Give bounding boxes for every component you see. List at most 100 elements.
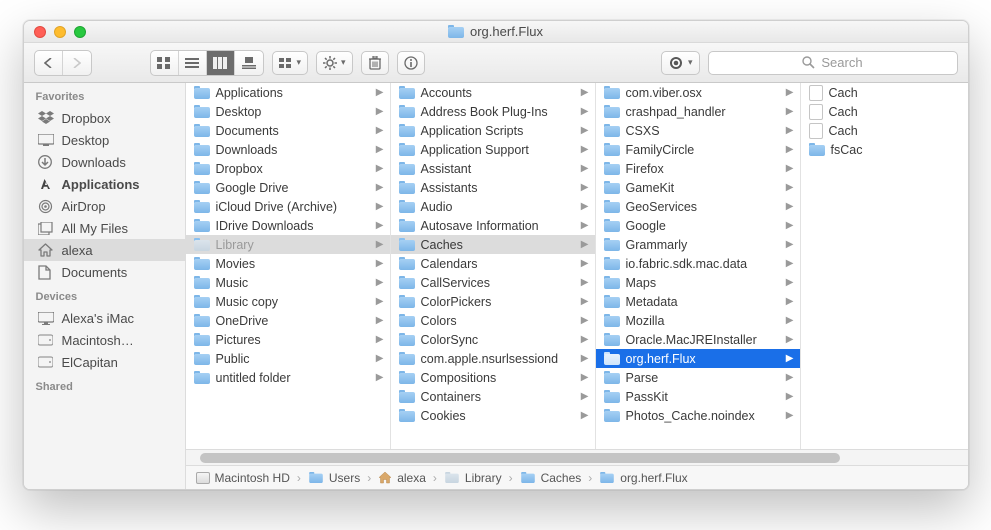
file-item[interactable]: CSXS▶ [596,121,800,140]
chevron-right-icon: ▶ [376,239,384,250]
file-item[interactable]: Documents▶ [186,121,390,140]
sidebar-item-all-my-files[interactable]: All My Files [24,217,185,239]
file-item[interactable]: Grammarly▶ [596,235,800,254]
file-item[interactable]: Cach [801,102,968,121]
file-item[interactable]: Mozilla▶ [596,311,800,330]
column-1[interactable]: Accounts▶Address Book Plug-Ins▶Applicati… [391,83,596,449]
file-item[interactable]: Calendars▶ [391,254,595,273]
file-item[interactable]: Downloads▶ [186,140,390,159]
file-item[interactable]: Cach [801,83,968,102]
file-item[interactable]: com.viber.osx▶ [596,83,800,102]
file-item[interactable]: GameKit▶ [596,178,800,197]
file-item[interactable]: OneDrive▶ [186,311,390,330]
file-item[interactable]: Containers▶ [391,387,595,406]
column-view-button[interactable] [207,51,235,75]
column-0[interactable]: Applications▶Desktop▶Documents▶Downloads… [186,83,391,449]
folder-icon [604,314,620,327]
sidebar-item-airdrop[interactable]: AirDrop [24,195,185,217]
file-item[interactable]: Public▶ [186,349,390,368]
horizontal-scrollbar[interactable] [186,449,968,465]
column-browser[interactable]: Applications▶Desktop▶Documents▶Downloads… [186,83,968,449]
file-item[interactable]: Movies▶ [186,254,390,273]
path-segment[interactable]: Library [444,471,502,485]
file-item[interactable]: iCloud Drive (Archive)▶ [186,197,390,216]
file-item[interactable]: Maps▶ [596,273,800,292]
file-item[interactable]: Google▶ [596,216,800,235]
folder-icon [399,105,415,118]
file-item[interactable]: fsCac [801,140,968,159]
file-item[interactable]: Firefox▶ [596,159,800,178]
file-item[interactable]: CallServices▶ [391,273,595,292]
file-item[interactable]: io.fabric.sdk.mac.data▶ [596,254,800,273]
file-item[interactable]: Google Drive▶ [186,178,390,197]
path-segment[interactable]: alexa [378,471,426,485]
file-item[interactable]: Autosave Information▶ [391,216,595,235]
file-item[interactable]: com.apple.nsurlsessiond▶ [391,349,595,368]
path-segment[interactable]: Caches [520,471,582,485]
file-item[interactable]: Pictures▶ [186,330,390,349]
file-item[interactable]: Accounts▶ [391,83,595,102]
file-item[interactable]: Cookies▶ [391,406,595,425]
sidebar-item-alexa[interactable]: alexa [24,239,185,261]
path-segment[interactable]: org.herf.Flux [599,471,687,485]
file-item[interactable]: Assistants▶ [391,178,595,197]
sidebar-item-macintosh-[interactable]: Macintosh… [24,329,185,351]
list-view-button[interactable] [179,51,207,75]
file-item[interactable]: IDrive Downloads▶ [186,216,390,235]
info-button[interactable] [397,51,425,75]
titlebar[interactable]: org.herf.Flux [24,21,968,43]
file-item[interactable]: Music copy▶ [186,292,390,311]
file-item[interactable]: Compositions▶ [391,368,595,387]
folder-icon [194,162,210,175]
coverflow-view-button[interactable] [235,51,263,75]
column-2[interactable]: com.viber.osx▶crashpad_handler▶CSXS▶Fami… [596,83,801,449]
path-bar[interactable]: Macintosh HD›Users›alexa›Library›Caches›… [186,465,968,489]
file-item[interactable]: Application Scripts▶ [391,121,595,140]
file-item[interactable]: GeoServices▶ [596,197,800,216]
file-item[interactable]: Audio▶ [391,197,595,216]
back-button[interactable] [35,51,63,75]
column-3[interactable]: CachCachCachfsCac [801,83,968,449]
sidebar-item-desktop[interactable]: Desktop [24,129,185,151]
file-item[interactable]: Oracle.MacJREInstaller▶ [596,330,800,349]
file-item[interactable]: Desktop▶ [186,102,390,121]
chevron-right-icon: ▶ [786,106,794,117]
file-item[interactable]: PassKit▶ [596,387,800,406]
file-item[interactable]: Application Support▶ [391,140,595,159]
sidebar-item-alexa-s-imac[interactable]: Alexa's iMac [24,307,185,329]
file-item[interactable]: org.herf.Flux▶ [596,349,800,368]
forward-button[interactable] [63,51,91,75]
sidebar-item-documents[interactable]: Documents [24,261,185,283]
file-item[interactable]: Dropbox▶ [186,159,390,178]
file-item[interactable]: untitled folder▶ [186,368,390,387]
file-item[interactable]: Caches▶ [391,235,595,254]
file-item[interactable]: Colors▶ [391,311,595,330]
file-item[interactable]: Applications▶ [186,83,390,102]
action-button[interactable]: ▾ [316,51,353,75]
file-item[interactable]: Photos_Cache.noindex▶ [596,406,800,425]
file-item[interactable]: Library▶ [186,235,390,254]
file-item[interactable]: crashpad_handler▶ [596,102,800,121]
sidebar-item-elcapitan[interactable]: ElCapitan [24,351,185,373]
folder-icon [604,219,620,232]
file-item[interactable]: Metadata▶ [596,292,800,311]
file-item[interactable]: Music▶ [186,273,390,292]
sidebar-item-applications[interactable]: Applications [24,173,185,195]
file-item[interactable]: FamilyCircle▶ [596,140,800,159]
path-segment[interactable]: Macintosh HD [196,471,290,485]
trash-button[interactable] [361,51,389,75]
file-item[interactable]: Cach [801,121,968,140]
search-field[interactable]: Search [708,51,958,75]
file-item[interactable]: Address Book Plug-Ins▶ [391,102,595,121]
share-button[interactable]: ▾ [661,51,700,75]
file-item[interactable]: Parse▶ [596,368,800,387]
icon-view-button[interactable] [151,51,179,75]
file-item[interactable]: Assistant▶ [391,159,595,178]
sidebar-item-dropbox[interactable]: Dropbox [24,107,185,129]
scrollbar-thumb[interactable] [200,453,840,463]
path-segment[interactable]: Users [308,471,360,485]
sidebar-item-downloads[interactable]: Downloads [24,151,185,173]
file-item[interactable]: ColorPickers▶ [391,292,595,311]
file-item[interactable]: ColorSync▶ [391,330,595,349]
arrange-button[interactable]: ▾ [272,51,309,75]
